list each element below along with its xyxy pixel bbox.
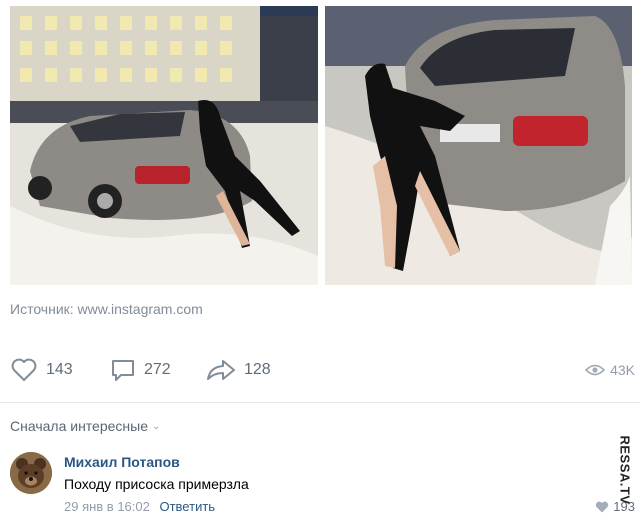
reply-button[interactable]: Ответить bbox=[159, 499, 215, 514]
comment-author[interactable]: Михаил Потапов bbox=[64, 454, 180, 470]
like-count: 143 bbox=[46, 361, 73, 378]
post-photos bbox=[10, 6, 632, 285]
comments-sort-label: Сначала интересные bbox=[10, 418, 148, 434]
comment-date[interactable]: 29 янв в 16:02 bbox=[64, 499, 150, 514]
photo-2-image bbox=[325, 6, 632, 285]
watermark-text: RESSA.TV bbox=[617, 435, 633, 505]
share-count: 128 bbox=[244, 361, 271, 378]
photo-1-image bbox=[10, 6, 318, 285]
bear-avatar-image bbox=[10, 452, 52, 494]
heart-icon bbox=[596, 501, 609, 512]
heart-icon bbox=[11, 358, 37, 381]
section-divider bbox=[0, 402, 640, 403]
like-button[interactable]: 143 bbox=[10, 355, 73, 385]
chevron-down-icon: ⌄ bbox=[152, 420, 161, 432]
comment-icon bbox=[112, 360, 134, 381]
post-source: Источник: www.instagram.com bbox=[10, 301, 203, 317]
comment-item: Михаил Потапов Походу присоска примерзла… bbox=[10, 452, 635, 518]
share-icon bbox=[207, 360, 235, 380]
eye-icon bbox=[585, 364, 606, 376]
view-counter: 43K bbox=[585, 355, 635, 385]
post-photo-2[interactable] bbox=[325, 6, 632, 285]
watermark: RESSA.TV bbox=[612, 425, 638, 515]
comments-sort-dropdown[interactable]: Сначала интересные ⌄ bbox=[10, 418, 160, 434]
comment-button[interactable]: 272 bbox=[110, 355, 171, 385]
post-actions: 143 272 128 43K bbox=[10, 355, 635, 385]
post-photo-1[interactable] bbox=[10, 6, 318, 285]
comment-meta: 29 янв в 16:02 Ответить bbox=[64, 499, 215, 514]
avatar[interactable] bbox=[10, 452, 52, 494]
comment-text: Походу присоска примерзла bbox=[64, 476, 249, 492]
share-button[interactable]: 128 bbox=[206, 355, 271, 385]
view-count: 43K bbox=[610, 362, 635, 378]
comment-count: 272 bbox=[144, 361, 171, 378]
